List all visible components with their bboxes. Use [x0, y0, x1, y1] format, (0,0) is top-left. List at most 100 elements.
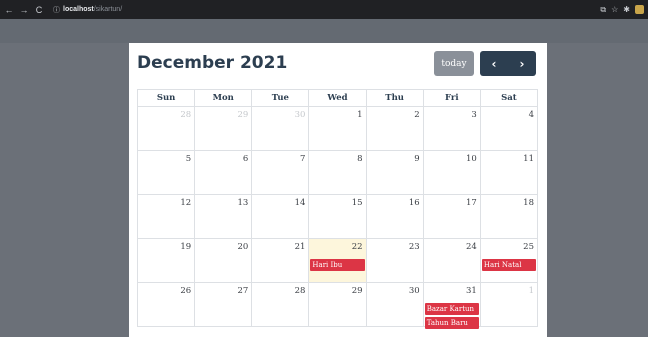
day-cell[interactable]: 18 — [480, 195, 538, 239]
day-cell[interactable]: 7 — [252, 151, 310, 195]
day-number[interactable]: 9 — [414, 154, 419, 164]
day-cell[interactable]: 24 — [423, 239, 481, 283]
day-cell[interactable]: 29 — [195, 107, 253, 151]
day-cell[interactable]: 6 — [195, 151, 253, 195]
day-cell[interactable]: 2 — [366, 107, 424, 151]
address-bar[interactable]: ⓘ localhost /sikartun/ — [53, 0, 122, 19]
day-cell[interactable]: 17 — [423, 195, 481, 239]
day-number[interactable]: 28 — [180, 110, 191, 120]
day-number[interactable]: 5 — [186, 154, 191, 164]
day-number[interactable]: 2 — [414, 110, 419, 120]
day-number[interactable]: 4 — [529, 110, 534, 120]
day-number[interactable]: 21 — [295, 242, 306, 252]
day-number[interactable]: 25 — [523, 242, 534, 252]
profile-icon[interactable] — [635, 5, 644, 14]
weekday-thu: Thu — [366, 90, 424, 107]
day-cell[interactable]: 9 — [366, 151, 424, 195]
page-header-area — [0, 19, 648, 43]
day-cell[interactable]: 23 — [366, 239, 424, 283]
day-number[interactable]: 28 — [295, 286, 306, 296]
day-cell[interactable]: 19 — [138, 239, 196, 283]
day-number[interactable]: 14 — [295, 198, 306, 208]
prev-month-button[interactable]: ‹ — [480, 51, 508, 76]
day-cell[interactable]: 4 — [480, 107, 538, 151]
day-cell[interactable]: 28 — [138, 107, 196, 151]
day-number[interactable]: 17 — [466, 198, 477, 208]
day-cell[interactable]: 30 — [252, 107, 310, 151]
day-cell[interactable]: 29 — [309, 283, 367, 327]
day-number[interactable]: 1 — [357, 110, 362, 120]
weekday-sat: Sat — [480, 90, 538, 107]
day-number[interactable]: 6 — [243, 154, 248, 164]
day-cell[interactable]: 31 Bazar Kartun Tahun Baru — [423, 283, 481, 329]
day-cell[interactable]: 22 Hari Ibu — [309, 239, 367, 283]
day-cell[interactable]: 10 — [423, 151, 481, 195]
day-cell[interactable]: 13 — [195, 195, 253, 239]
day-cell[interactable]: 14 — [252, 195, 310, 239]
day-number[interactable]: 26 — [180, 286, 191, 296]
reload-icon[interactable]: C — [33, 5, 45, 15]
day-cell[interactable]: 11 — [480, 151, 538, 195]
forward-icon[interactable]: → — [18, 5, 30, 15]
day-number[interactable]: 18 — [523, 198, 534, 208]
calendar-card: December 2021 today ‹ › Sun Mon Tue Wed Thu F… — [129, 43, 547, 337]
day-number[interactable]: 24 — [466, 242, 477, 252]
calendar-title: December 2021 — [137, 53, 288, 73]
day-number[interactable]: 20 — [237, 242, 248, 252]
day-number[interactable]: 31 — [466, 286, 477, 296]
day-number[interactable]: 23 — [409, 242, 420, 252]
day-number[interactable]: 27 — [237, 286, 248, 296]
day-cell[interactable]: 15 — [309, 195, 367, 239]
day-number[interactable]: 3 — [471, 110, 476, 120]
calendar-event[interactable]: Tahun Baru — [424, 317, 479, 329]
week-row: 26 27 28 29 30 31 Bazar Kartun Tahun Baru 1 — [138, 283, 538, 329]
day-number[interactable]: 8 — [357, 154, 362, 164]
browser-toolbar: ← → C ⓘ localhost /sikartun/ ⧉ ☆ ✱ — [0, 0, 648, 19]
share-icon[interactable]: ⧉ — [600, 5, 606, 15]
weekday-sun: Sun — [138, 90, 196, 107]
day-number[interactable]: 29 — [352, 286, 363, 296]
extensions-icon[interactable]: ✱ — [623, 5, 630, 14]
calendar-event[interactable]: Bazar Kartun — [424, 303, 479, 315]
day-cell[interactable]: 12 — [138, 195, 196, 239]
day-cell[interactable]: 3 — [423, 107, 481, 151]
day-number[interactable]: 29 — [237, 110, 248, 120]
day-cell[interactable]: 30 — [366, 283, 424, 327]
day-cell[interactable]: 16 — [366, 195, 424, 239]
day-number[interactable]: 13 — [237, 198, 248, 208]
day-number[interactable]: 11 — [523, 154, 534, 164]
day-cell[interactable]: 1 — [309, 107, 367, 151]
day-number[interactable]: 12 — [180, 198, 191, 208]
address-host: localhost — [63, 6, 94, 13]
day-number[interactable]: 30 — [295, 110, 306, 120]
day-cell[interactable]: 5 — [138, 151, 196, 195]
day-number[interactable]: 16 — [409, 198, 420, 208]
day-cell[interactable]: 27 — [195, 283, 253, 327]
info-icon[interactable]: ⓘ — [53, 5, 60, 15]
calendar-event[interactable]: Hari Ibu — [310, 259, 365, 271]
weekday-fri: Fri — [423, 90, 481, 107]
day-number[interactable]: 19 — [180, 242, 191, 252]
back-icon[interactable]: ← — [3, 5, 15, 15]
day-number[interactable]: 30 — [409, 286, 420, 296]
weekday-wed: Wed — [309, 90, 367, 107]
day-cell[interactable]: 1 — [480, 283, 538, 327]
day-number[interactable]: 1 — [529, 286, 534, 296]
today-button[interactable]: today — [434, 51, 474, 76]
day-number[interactable]: 15 — [352, 198, 363, 208]
day-cell[interactable]: 20 — [195, 239, 253, 283]
day-cell[interactable]: 25 Hari Natal — [480, 239, 538, 283]
day-number[interactable]: 7 — [300, 154, 305, 164]
week-row: 12 13 14 15 16 17 18 — [138, 195, 538, 239]
bookmark-star-icon[interactable]: ☆ — [611, 5, 618, 14]
month-grid: Sun Mon Tue Wed Thu Fri Sat 28 29 30 1 2 3 4 5 6 7 8 9 10 1… — [137, 89, 538, 329]
calendar-event[interactable]: Hari Natal — [481, 259, 536, 271]
day-cell[interactable]: 28 — [252, 283, 310, 327]
week-row: 28 29 30 1 2 3 4 — [138, 107, 538, 151]
day-cell[interactable]: 26 — [138, 283, 196, 327]
next-month-button[interactable]: › — [508, 51, 536, 76]
day-cell[interactable]: 21 — [252, 239, 310, 283]
day-number[interactable]: 10 — [466, 154, 477, 164]
day-cell[interactable]: 8 — [309, 151, 367, 195]
day-number[interactable]: 22 — [352, 242, 363, 252]
